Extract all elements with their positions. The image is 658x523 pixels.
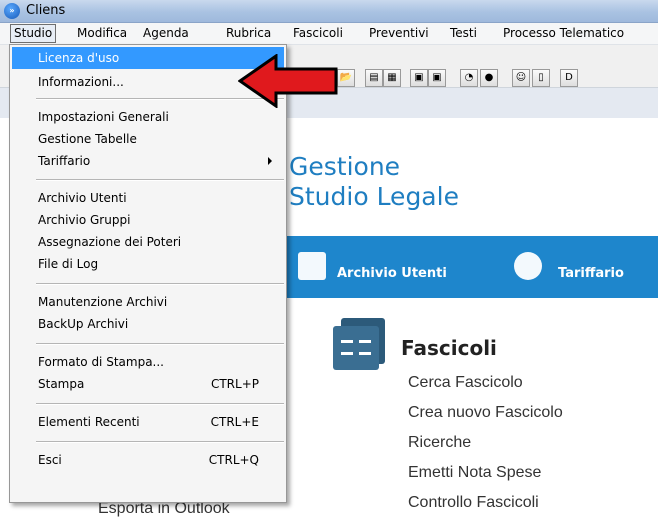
menu-item-label: BackUp Archivi (38, 317, 129, 331)
link-cerca-fascicolo[interactable]: Cerca Fascicolo (408, 374, 523, 392)
timer-stop-icon[interactable]: ● (480, 69, 498, 87)
properties-add-icon[interactable]: ▦ (383, 69, 401, 87)
menu-item-label: Archivio Utenti (38, 191, 127, 205)
red-arrow-annotation-icon (238, 54, 338, 108)
menu-bar: Studio Modifica Agenda Rubrica Fascicoli… (0, 23, 658, 45)
section-title-fascicoli: Fascicoli (401, 336, 497, 360)
menu-item-label: Tariffario (38, 154, 91, 168)
menu-agenda[interactable]: Agenda (140, 25, 192, 42)
document-icon[interactable]: ▣ (410, 69, 428, 87)
menu-item-backup-archivi[interactable]: BackUp Archivi (12, 313, 284, 335)
menu-item-label: Elementi Recenti (38, 415, 140, 429)
menu-studio[interactable]: Studio (10, 24, 57, 43)
menu-preventivi[interactable]: Preventivi (366, 25, 432, 42)
menu-item-gestione-tabelle[interactable]: Gestione Tabelle (12, 128, 284, 150)
menu-item-elementi-recenti[interactable]: Elementi Recenti CTRL+E (12, 411, 284, 433)
menu-item-shortcut: CTRL+Q (208, 453, 259, 467)
menu-item-label: Assegnazione dei Poteri (38, 235, 182, 249)
menu-item-impostazioni-generali[interactable]: Impostazioni Generali (12, 106, 284, 128)
quick-link-tariffario[interactable]: Tariffario (558, 266, 624, 281)
note-icon[interactable]: ▯ (532, 69, 550, 87)
menu-item-label: Formato di Stampa... (38, 355, 164, 369)
menu-item-tariffario[interactable]: Tariffario (12, 150, 284, 172)
menu-item-label: Archivio Gruppi (38, 213, 131, 227)
window-title: Cliens (26, 3, 66, 18)
link-controllo-fascicoli[interactable]: Controllo Fascicoli (408, 494, 539, 512)
contacts-icon[interactable]: ☺ (512, 69, 530, 87)
menu-item-label: Esci (38, 453, 62, 467)
link-emetti-nota-spese[interactable]: Emetti Nota Spese (408, 464, 541, 482)
archive-users-icon (298, 252, 326, 280)
studio-dropdown-menu: Licenza d'uso Informazioni... Impostazio… (9, 44, 287, 503)
folder-cabinet-icon (333, 318, 385, 370)
title-bar: » Cliens (0, 0, 658, 23)
menu-item-label: Manutenzione Archivi (38, 295, 168, 309)
menu-rubrica[interactable]: Rubrica (223, 25, 274, 42)
toolbar-button-d[interactable]: D (560, 69, 578, 87)
menu-item-label: File di Log (38, 257, 99, 271)
menu-item-archivio-utenti[interactable]: Archivio Utenti (12, 187, 284, 209)
timer-icon[interactable]: ◔ (460, 69, 478, 87)
menu-item-shortcut: CTRL+P (210, 377, 259, 391)
menu-separator (36, 283, 284, 285)
menu-item-shortcut: CTRL+E (210, 415, 259, 429)
menu-item-archivio-gruppi[interactable]: Archivio Gruppi (12, 209, 284, 231)
menu-item-assegnazione-poteri[interactable]: Assegnazione dei Poteri (12, 231, 284, 253)
menu-item-formato-stampa[interactable]: Formato di Stampa... (12, 351, 284, 373)
menu-separator (36, 179, 284, 181)
menu-item-label: Informazioni... (38, 75, 124, 89)
tariffario-icon (514, 252, 542, 280)
brand-title: Gestione (289, 152, 401, 181)
menu-separator (36, 403, 284, 405)
menu-testi[interactable]: Testi (447, 25, 480, 42)
menu-item-label: Impostazioni Generali (38, 110, 169, 124)
menu-fascicoli[interactable]: Fascicoli (290, 25, 346, 42)
properties-icon[interactable]: ▤ (365, 69, 383, 87)
menu-item-esci[interactable]: Esci CTRL+Q (12, 449, 284, 471)
menu-item-file-di-log[interactable]: File di Log (12, 253, 284, 275)
menu-separator (36, 343, 284, 345)
menu-modifica[interactable]: Modifica (74, 25, 130, 42)
menu-processo-telematico[interactable]: Processo Telematico (500, 25, 627, 42)
menu-separator (36, 441, 284, 443)
submenu-arrow-icon (268, 157, 272, 165)
document-add-icon[interactable]: ▣ (428, 69, 446, 87)
menu-item-manutenzione-archivi[interactable]: Manutenzione Archivi (12, 291, 284, 313)
app-icon: » (4, 3, 20, 19)
link-crea-fascicolo[interactable]: Crea nuovo Fascicolo (408, 404, 563, 422)
menu-item-label: Stampa (38, 377, 85, 391)
menu-item-label: Gestione Tabelle (38, 132, 137, 146)
menu-item-stampa[interactable]: Stampa CTRL+P (12, 373, 284, 395)
brand-subtitle: Studio Legale (289, 182, 459, 211)
link-ricerche[interactable]: Ricerche (408, 434, 471, 452)
quick-link-archivio-utenti[interactable]: Archivio Utenti (337, 266, 447, 281)
menu-item-label: Licenza d'uso (38, 51, 120, 65)
